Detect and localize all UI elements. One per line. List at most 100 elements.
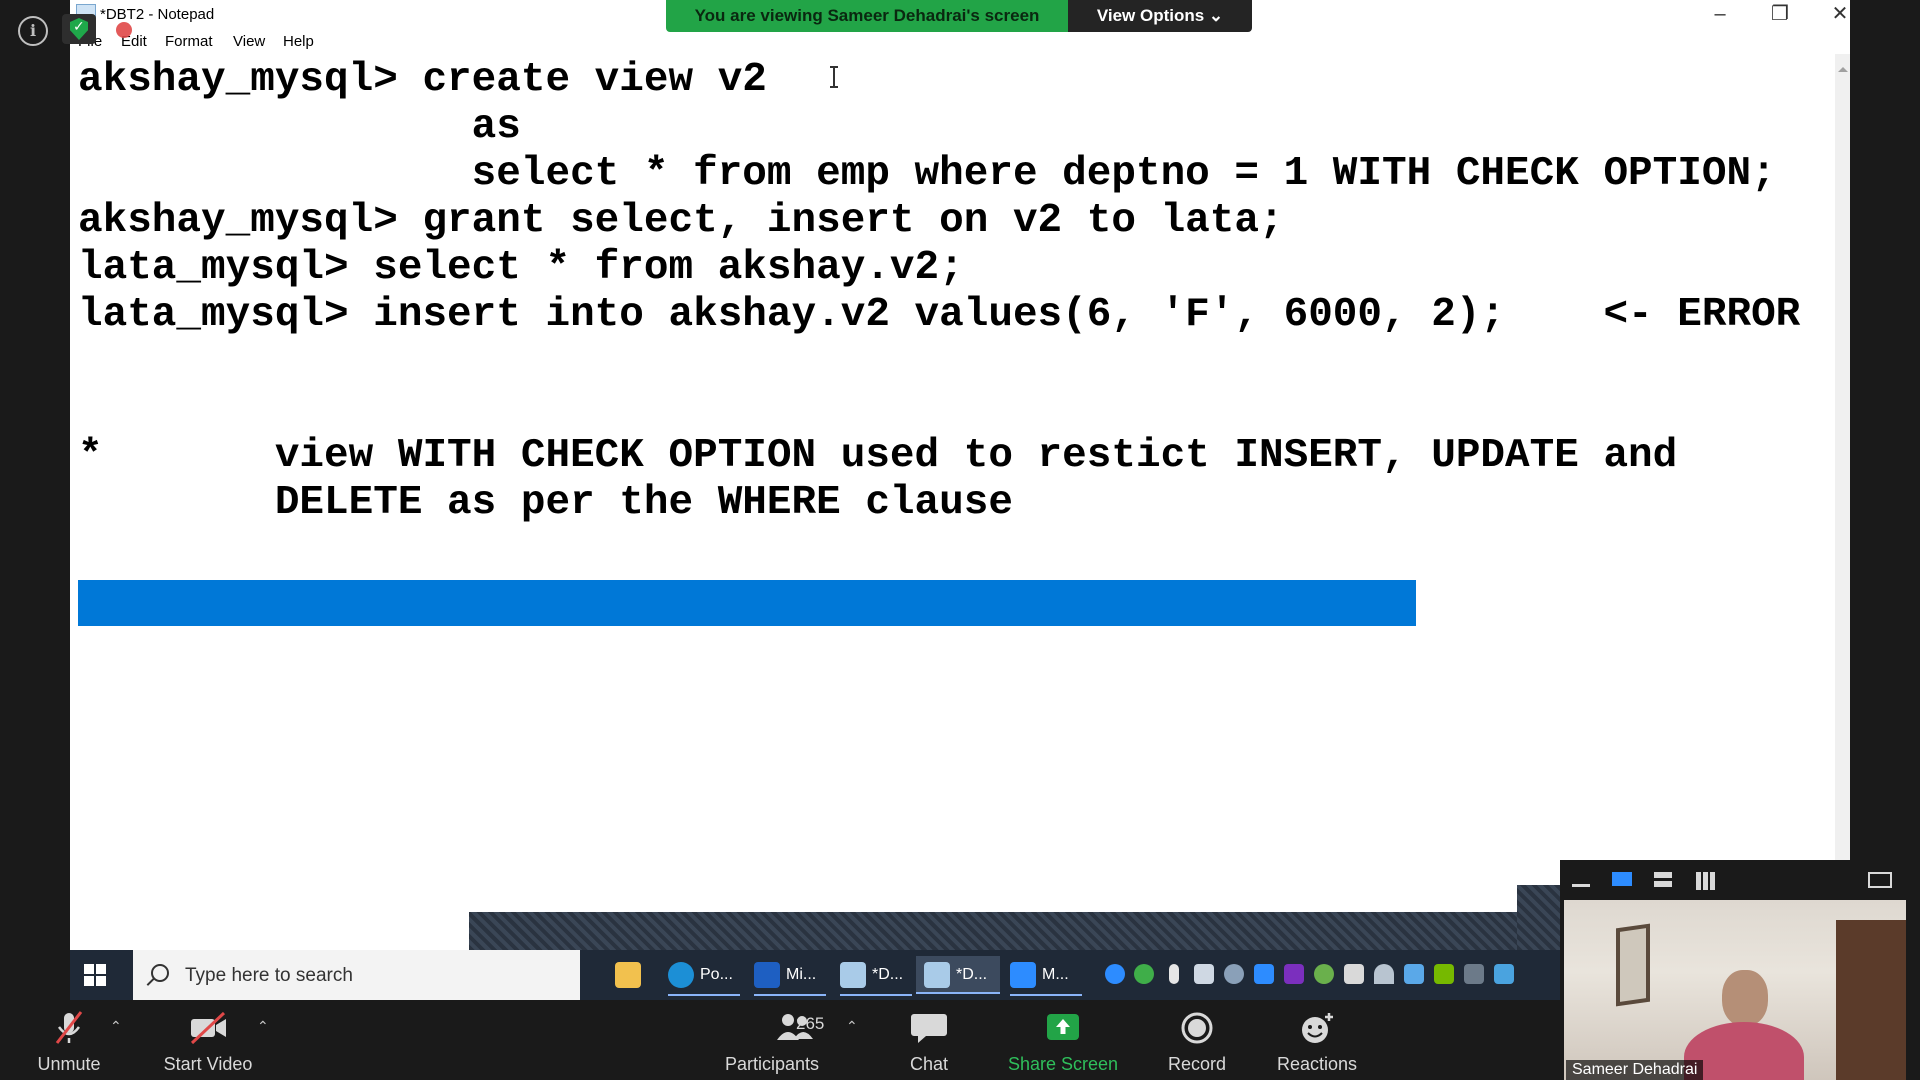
- taskbar-app-label: *D...: [872, 966, 904, 983]
- shelf: [1836, 920, 1906, 1080]
- taskbar-app-edge[interactable]: Po...: [668, 956, 740, 996]
- record-button[interactable]: Record: [1137, 1006, 1257, 1076]
- onenote-icon[interactable]: [1284, 964, 1304, 984]
- snowflake-icon[interactable]: [1404, 964, 1424, 984]
- security-shield-icon[interactable]: [62, 14, 96, 44]
- code-line: lata_mysql> select * from akshay.v2;: [78, 245, 964, 291]
- code-line: as: [78, 104, 521, 150]
- taskbar-app-label: Mi...: [786, 966, 817, 983]
- edge-icon: [668, 961, 694, 988]
- menubar: File Edit Format View Help: [70, 30, 1850, 54]
- search-icon: [151, 964, 169, 982]
- record-label: Record: [1167, 1054, 1227, 1074]
- storage-icon[interactable]: [1464, 964, 1484, 984]
- search-box[interactable]: Type here to search: [133, 950, 580, 1000]
- taskbar-app-notepad-1[interactable]: *D...: [840, 956, 912, 996]
- wall-frame: [1616, 923, 1650, 1007]
- minimize-video-icon[interactable]: [1572, 884, 1590, 887]
- vertical-scrollbar[interactable]: [1835, 54, 1850, 914]
- participants-label: Participants: [724, 1054, 820, 1074]
- start-video-label: Start Video: [163, 1054, 253, 1074]
- nvidia-icon[interactable]: [1434, 964, 1454, 984]
- participant-name: Sameer Dehadrai: [1566, 1060, 1704, 1080]
- reactions-icon: [1302, 1013, 1333, 1043]
- participants-chevron-icon[interactable]: ⌃: [846, 1018, 858, 1035]
- notepad-app-icon: [840, 961, 866, 988]
- file-explorer-icon[interactable]: [615, 956, 645, 994]
- zoom-left-gutter: i: [0, 0, 70, 1000]
- wifi-icon[interactable]: [1374, 964, 1394, 984]
- video-off-icon: [190, 1011, 226, 1045]
- microphone-icon[interactable]: [1169, 964, 1179, 984]
- help-icon[interactable]: [1105, 964, 1125, 984]
- window-title: *DBT2 - Notepad: [100, 6, 215, 23]
- code-line: select * from emp where deptno = 1 WITH …: [78, 151, 1776, 197]
- unmute-label: Unmute: [37, 1054, 101, 1074]
- menu-format[interactable]: Format: [165, 33, 213, 50]
- menu-help[interactable]: Help: [283, 33, 314, 50]
- strip-view-icon[interactable]: [1654, 872, 1672, 888]
- taskbar-app-label: Po...: [700, 966, 733, 983]
- taskbar-app-notepad-2[interactable]: *D...: [916, 956, 1000, 994]
- text-editor[interactable]: akshay_mysql> create view v2 as select *…: [70, 54, 1835, 914]
- code-line: akshay_mysql> create view v2: [78, 57, 767, 103]
- taskbar-app-label: M...: [1042, 966, 1069, 983]
- search-placeholder: Type here to search: [185, 965, 353, 986]
- share-screen-button[interactable]: Share Screen: [1003, 1006, 1123, 1076]
- view-options-button[interactable]: View Options ⌄: [1068, 0, 1252, 32]
- tray-app-icon[interactable]: [1494, 964, 1514, 984]
- taskbar-app-zoom[interactable]: M...: [1010, 956, 1082, 996]
- taskbar-app-label: *D...: [956, 966, 988, 983]
- taskbar-app-mail[interactable]: Mi...: [754, 956, 826, 996]
- zoom-app-icon: [1010, 961, 1036, 988]
- code-line: DELETE as per the WHERE clause: [78, 480, 1013, 526]
- muted-microphone-icon: [55, 1011, 83, 1044]
- unmute-button[interactable]: Unmute: [9, 1006, 129, 1076]
- video-options-chevron-icon[interactable]: ⌃: [257, 1018, 269, 1035]
- info-icon[interactable]: i: [18, 16, 48, 46]
- gallery-view-icon[interactable]: [1696, 872, 1716, 890]
- start-video-button[interactable]: Start Video: [148, 1006, 268, 1076]
- zoom-tray-icon[interactable]: [1254, 964, 1274, 984]
- reactions-label: Reactions: [1276, 1054, 1358, 1074]
- video-panel-toolbar: [1560, 860, 1920, 900]
- remote-taskbar-frame: [1517, 885, 1565, 950]
- code-line: lata_mysql> insert into akshay.v2 values…: [78, 292, 1801, 338]
- notepad-app-icon: [924, 961, 950, 988]
- record-icon: [1181, 1012, 1213, 1044]
- speaker-view-icon[interactable]: [1612, 872, 1632, 886]
- share-banner: You are viewing Sameer Dehadrai's screen: [666, 0, 1068, 32]
- defender-icon[interactable]: [1344, 964, 1364, 984]
- chat-button[interactable]: Chat: [869, 1006, 989, 1076]
- notepad-window: *DBT2 - Notepad – ❐ ✕ File Edit Format V…: [70, 0, 1850, 950]
- steam-icon[interactable]: [1224, 964, 1244, 984]
- share-screen-icon: [1047, 1014, 1079, 1040]
- minimize-button[interactable]: –: [1690, 0, 1750, 30]
- close-button[interactable]: ✕: [1810, 0, 1870, 30]
- windows-taskbar: Type here to search Po... Mi... *D... *D…: [70, 950, 1560, 1000]
- participant-video[interactable]: Sameer Dehadrai: [1564, 900, 1906, 1080]
- audio-options-chevron-icon[interactable]: ⌃: [110, 1018, 122, 1035]
- recording-indicator-icon: [116, 22, 132, 38]
- chat-label: Chat: [909, 1054, 949, 1074]
- exit-minimized-icon[interactable]: [1868, 872, 1892, 888]
- code-line: akshay_mysql> grant select, insert on v2…: [78, 198, 1284, 244]
- windows-start-icon[interactable]: [84, 964, 106, 986]
- green-app-icon[interactable]: [1314, 964, 1334, 984]
- video-panel: Sameer Dehadrai: [1560, 860, 1920, 1080]
- text-selection: [78, 580, 1416, 626]
- restore-button[interactable]: ❐: [1750, 0, 1810, 30]
- chat-icon: [911, 1014, 947, 1043]
- participants-count: 265: [796, 1014, 825, 1033]
- share-screen-label: Share Screen: [1007, 1054, 1119, 1074]
- menu-view[interactable]: View: [233, 33, 265, 50]
- check-icon[interactable]: [1134, 964, 1154, 984]
- mail-icon: [754, 961, 780, 988]
- reactions-button[interactable]: Reactions: [1257, 1006, 1377, 1076]
- selected-code-line: * used to enforce complex checks and val…: [78, 527, 1407, 573]
- text-cursor-icon: [830, 66, 838, 88]
- remote-taskbar-frame: [469, 912, 1555, 950]
- battery-icon[interactable]: [1194, 964, 1214, 984]
- participants-button[interactable]: 265 Participants: [712, 1006, 832, 1076]
- code-line: * view WITH CHECK OPTION used to restict…: [78, 433, 1678, 479]
